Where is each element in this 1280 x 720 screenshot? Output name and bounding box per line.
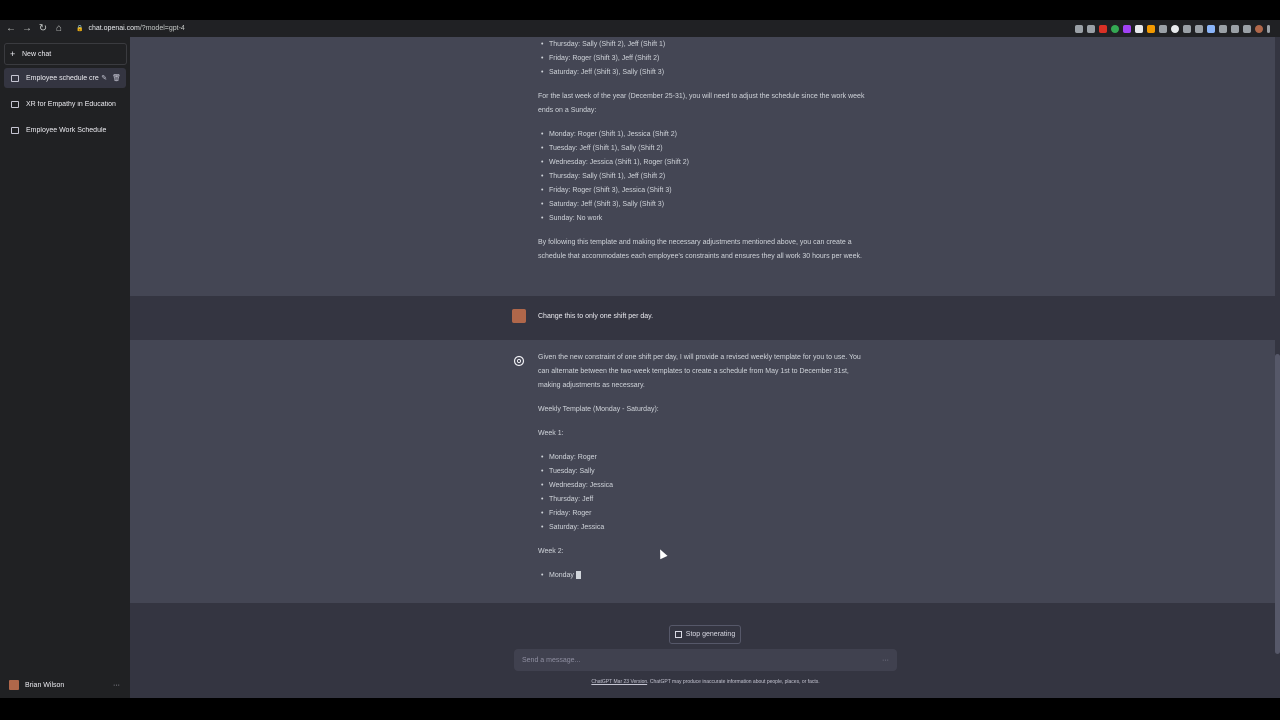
list-item: Monday — [538, 569, 868, 583]
stop-generating-button[interactable]: Stop generating — [669, 625, 741, 644]
edit-icon[interactable]: ✎ — [101, 74, 107, 82]
new-chat-button[interactable]: + New chat — [4, 43, 127, 65]
star-icon[interactable] — [1087, 24, 1095, 33]
list-item: Friday: Roger — [538, 507, 868, 521]
extension-icon[interactable] — [1135, 24, 1143, 33]
extensions-bar — [1075, 20, 1270, 37]
list-item: Monday: Roger — [538, 451, 868, 465]
list-item: Friday: Roger (Shift 3), Jessica (Shift … — [538, 184, 868, 198]
more-icon[interactable]: ··· — [113, 682, 120, 689]
bottom-bar — [0, 698, 1280, 720]
chat-bubble-icon — [11, 100, 19, 108]
trash-icon[interactable]: 🗑 — [112, 74, 121, 82]
kebab-menu-icon[interactable] — [1267, 24, 1270, 33]
list-item: Thursday: Sally (Shift 1), Jeff (Shift 2… — [538, 170, 868, 184]
partial-text: Monday — [549, 572, 574, 579]
list-item: Tuesday: Sally — [538, 465, 868, 479]
extension-icon[interactable] — [1183, 24, 1191, 33]
chat-title: XR for Empathy in Education — [26, 100, 116, 108]
url-host: chat.openai.com — [88, 25, 140, 32]
profile-avatar[interactable] — [1255, 24, 1263, 33]
openai-logo-icon — [512, 354, 526, 368]
bullet-list: Monday — [538, 569, 868, 583]
loading-dots-icon: ··· — [882, 656, 889, 664]
chat-main: Thursday: Sally (Shift 2), Jeff (Shift 1… — [130, 37, 1280, 698]
extension-icon[interactable] — [1147, 24, 1155, 33]
chat-title: Employee schedule cre — [26, 74, 99, 82]
avatar — [9, 680, 19, 690]
plus-icon: + — [10, 49, 16, 59]
list-item: Thursday: Jeff — [538, 493, 868, 507]
bullet-list: Monday: Roger (Shift 1), Jessica (Shift … — [538, 128, 868, 226]
user-message: Change this to only one shift per day. — [130, 296, 1275, 340]
stop-label: Stop generating — [685, 631, 736, 638]
list-item: Monday: Roger (Shift 1), Jessica (Shift … — [538, 128, 868, 142]
paragraph: Week 1: — [538, 430, 564, 437]
version-link[interactable]: ChatGPT Mar 23 Version — [591, 679, 647, 685]
list-item: Sunday: No work — [538, 212, 868, 226]
sidebar: + New chat Employee schedule cre ✎ 🗑 XR … — [0, 37, 130, 698]
extension-icon[interactable] — [1207, 24, 1215, 33]
sidepanel-icon[interactable] — [1243, 24, 1251, 33]
extension-icon[interactable] — [1171, 24, 1179, 33]
paragraph: By following this template and making th… — [538, 239, 862, 260]
lock-icon: 🔒 — [76, 26, 84, 32]
scrollbar[interactable] — [1275, 354, 1280, 654]
home-icon[interactable]: ⌂ — [51, 20, 67, 37]
download-icon[interactable] — [1231, 24, 1239, 33]
assistant-message: Given the new constraint of one shift pe… — [130, 340, 1275, 603]
paragraph: Week 2: — [538, 548, 564, 555]
browser-nav: ← → ↻ ⌂ — [3, 20, 67, 37]
list-item: Friday: Roger (Shift 3), Jeff (Shift 2) — [538, 52, 868, 66]
list-item: Saturday: Jeff (Shift 3), Sally (Shift 3… — [538, 198, 868, 212]
list-item: Wednesday: Jessica — [538, 479, 868, 493]
message-input[interactable]: Send a message... ··· — [514, 649, 897, 671]
input-placeholder: Send a message... — [522, 656, 581, 664]
reload-icon[interactable]: ↻ — [35, 20, 51, 37]
user-name: Brian Wilson — [25, 681, 65, 689]
sidebar-chat-item[interactable]: Employee Work Schedule — [4, 120, 126, 140]
list-item: Thursday: Sally (Shift 2), Jeff (Shift 1… — [538, 38, 868, 52]
forward-icon[interactable]: → — [19, 20, 35, 37]
list-item: Saturday: Jessica — [538, 521, 868, 535]
sidebar-chat-item[interactable]: XR for Empathy in Education — [4, 94, 126, 114]
stop-icon — [674, 631, 682, 638]
avatar — [512, 309, 526, 323]
disclaimer: ChatGPT Mar 23 Version. ChatGPT may prod… — [514, 679, 897, 685]
message-content: Thursday: Sally (Shift 2), Jeff (Shift 1… — [538, 38, 868, 264]
extension-icon[interactable] — [1159, 24, 1167, 33]
extension-icon[interactable] — [1123, 24, 1131, 33]
chat-title: Employee Work Schedule — [26, 126, 107, 134]
paragraph: For the last week of the year (December … — [538, 93, 865, 114]
extension-icon[interactable] — [1111, 24, 1119, 33]
screen: ← → ↻ ⌂ 🔒 chat.openai.com /?model=gpt-4 — [0, 0, 1280, 720]
bullet-list: Thursday: Sally (Shift 2), Jeff (Shift 1… — [538, 38, 868, 80]
list-item: Saturday: Jeff (Shift 3), Sally (Shift 3… — [538, 66, 868, 80]
puzzle-icon[interactable] — [1219, 24, 1227, 33]
extension-icon[interactable] — [1099, 24, 1107, 33]
address-bar[interactable]: 🔒 chat.openai.com /?model=gpt-4 — [76, 22, 185, 35]
message-content: Given the new constraint of one shift pe… — [538, 351, 868, 583]
user-message-text: Change this to only one shift per day. — [538, 313, 654, 320]
list-item: Wednesday: Jessica (Shift 1), Roger (Shi… — [538, 156, 868, 170]
disclaimer-text: . ChatGPT may produce inaccurate informa… — [647, 679, 820, 685]
paragraph: Weekly Template (Monday - Saturday): — [538, 406, 659, 413]
paragraph: Given the new constraint of one shift pe… — [538, 354, 861, 389]
chat-bubble-icon — [11, 74, 19, 82]
url-path: /?model=gpt-4 — [139, 25, 185, 32]
chat-bubble-icon — [11, 126, 19, 134]
new-chat-label: New chat — [22, 50, 52, 58]
extension-icon[interactable] — [1195, 24, 1203, 33]
user-menu[interactable]: Brian Wilson ··· — [4, 675, 126, 695]
browser-toolbar: ← → ↻ ⌂ 🔒 chat.openai.com /?model=gpt-4 — [0, 20, 1280, 37]
sidebar-chat-item[interactable]: Employee schedule cre ✎ 🗑 — [4, 68, 126, 88]
back-icon[interactable]: ← — [3, 20, 19, 37]
bullet-list: Monday: Roger Tuesday: Sally Wednesday: … — [538, 451, 868, 535]
assistant-message: Thursday: Sally (Shift 2), Jeff (Shift 1… — [130, 37, 1275, 296]
list-item: Tuesday: Jeff (Shift 1), Sally (Shift 2) — [538, 142, 868, 156]
share-icon[interactable] — [1075, 24, 1083, 33]
typing-cursor — [575, 571, 581, 580]
